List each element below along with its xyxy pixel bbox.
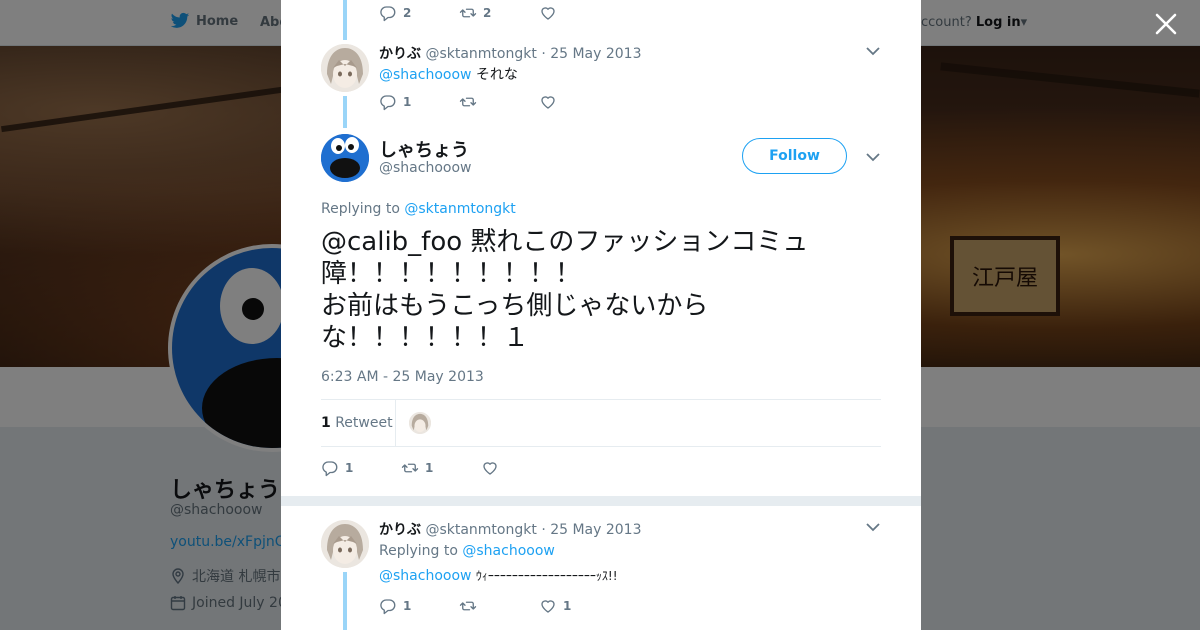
tweet-actions-top: 2 2 (379, 3, 619, 23)
reply-icon (322, 461, 338, 477)
main-tweet-text-line: お前はもうこっち側じゃないから (321, 291, 709, 321)
close-icon[interactable] (1152, 10, 1180, 38)
replying-label: Replying to (321, 201, 400, 217)
main-tweet-text: @calib_foo 黙れこのファッションコミュ 障！！！！！！！！！ お前はも… (321, 226, 861, 354)
main-tweet-author-name[interactable]: しゃちょう (379, 136, 469, 162)
chevron-down-icon[interactable] (866, 522, 880, 532)
chevron-down-icon[interactable] (866, 46, 880, 56)
anime-avatar-image (409, 412, 431, 434)
mention-link[interactable]: @shachooow (379, 67, 471, 83)
reply-icon (380, 599, 396, 615)
thread-connector-line (343, 96, 347, 128)
heart-icon (541, 600, 555, 613)
like-button[interactable] (481, 459, 561, 477)
like-count: 1 (563, 599, 572, 613)
retweet-button[interactable]: 1 (401, 459, 481, 477)
retweeter-avatar[interactable] (409, 412, 431, 434)
retweet-button[interactable] (459, 597, 539, 615)
tweet-header: かりぶ @sktanmtongkt · 25 May 2013 (379, 43, 642, 63)
chevron-down-icon[interactable] (866, 152, 880, 162)
tweet-date[interactable]: · 25 May 2013 (541, 522, 641, 538)
replies-divider (281, 496, 921, 506)
retweet-icon (459, 8, 477, 18)
tweet-author-handle[interactable]: @sktanmtongkt (425, 522, 536, 538)
reply-count: 1 (403, 599, 412, 613)
follow-button[interactable]: Follow (742, 138, 847, 174)
tweet-actions: 1 (379, 92, 619, 112)
reply-count: 1 (403, 95, 412, 109)
tweet-date[interactable]: · 25 May 2013 (541, 46, 641, 62)
like-button[interactable] (539, 4, 619, 22)
retweet-button[interactable]: 2 (459, 4, 539, 22)
thread-connector-line (343, 0, 347, 40)
reply-icon (380, 6, 396, 22)
heart-icon (483, 462, 497, 475)
tweet-author-handle[interactable]: @sktanmtongkt (425, 46, 536, 62)
retweet-count: 2 (483, 6, 492, 20)
main-tweet-author-handle[interactable]: @shachooow (379, 160, 471, 176)
main-tweet-timestamp[interactable]: 6:23 AM - 25 May 2013 (321, 369, 484, 385)
tweet-author-name[interactable]: かりぶ (379, 46, 421, 62)
tweet-body: それな (475, 67, 518, 83)
like-button[interactable] (539, 93, 619, 111)
retweet-icon (401, 463, 419, 473)
reply-button[interactable]: 1 (379, 597, 459, 615)
like-button[interactable]: 1 (539, 597, 619, 615)
reply-button[interactable]: 1 (379, 93, 459, 111)
main-tweet-text-line: 障！！！！！！！！！ (321, 259, 582, 289)
replying-to-link[interactable]: @shachooow (462, 543, 554, 559)
tweet-header: かりぶ @sktanmtongkt · 25 May 2013 (379, 519, 642, 539)
reply-count: 2 (403, 6, 412, 20)
replying-to-link[interactable]: @sktanmtongkt (404, 201, 515, 217)
tweet-text: @shachooow ｳｨｰｰｰｰｰｰｰｰｰｰｰｰｰｰｰｰｰｰｯｽ!! (379, 567, 618, 584)
replying-to: Replying to @shachooow (379, 543, 555, 559)
retweet-count: 1 (425, 461, 434, 475)
retweet-icon (459, 601, 477, 611)
retweet-stat-label: Retweet (335, 415, 393, 431)
main-tweet-avatar[interactable] (321, 134, 369, 182)
cookie-monster-avatar-image (321, 134, 369, 182)
reply-icon (380, 95, 396, 111)
replying-label: Replying to (379, 543, 458, 559)
heart-icon (541, 96, 555, 109)
replying-to: Replying to @sktanmtongkt (321, 201, 516, 217)
retweet-icon (459, 97, 477, 107)
thread-connector-line (343, 572, 347, 630)
reply-button[interactable]: 2 (379, 4, 459, 22)
reply-button[interactable]: 1 (321, 459, 401, 477)
tweet-body: ｳｨｰｰｰｰｰｰｰｰｰｰｰｰｰｰｰｰｰｰｯｽ!! (475, 569, 618, 583)
reply-count: 1 (345, 461, 354, 475)
mention-link[interactable]: @shachooow (379, 568, 471, 584)
user-avatar[interactable] (321, 520, 369, 568)
anime-avatar-image (321, 520, 369, 568)
user-avatar[interactable] (321, 44, 369, 92)
main-tweet-text-line: @calib_foo 黙れこのファッションコミュ (321, 227, 809, 257)
tweet-actions: 1 1 (379, 596, 619, 616)
anime-avatar-image (321, 44, 369, 92)
tweet-author-name[interactable]: かりぶ (379, 522, 421, 538)
main-tweet-text-line: な！！！！！！１ (321, 323, 530, 353)
retweet-stat[interactable]: 1 Retweet (321, 415, 393, 431)
tweet-permalink-modal: 2 2 かりぶ @sktanmtongkt · 25 May 2013 @sha… (281, 0, 921, 630)
heart-icon (541, 7, 555, 20)
retweet-button[interactable] (459, 93, 539, 111)
tweet-text: @shachooow それな (379, 64, 518, 84)
main-tweet-actions: 1 1 (321, 458, 561, 478)
retweet-stat-count: 1 (321, 415, 331, 431)
tweet-stats: 1 Retweet (321, 399, 881, 447)
